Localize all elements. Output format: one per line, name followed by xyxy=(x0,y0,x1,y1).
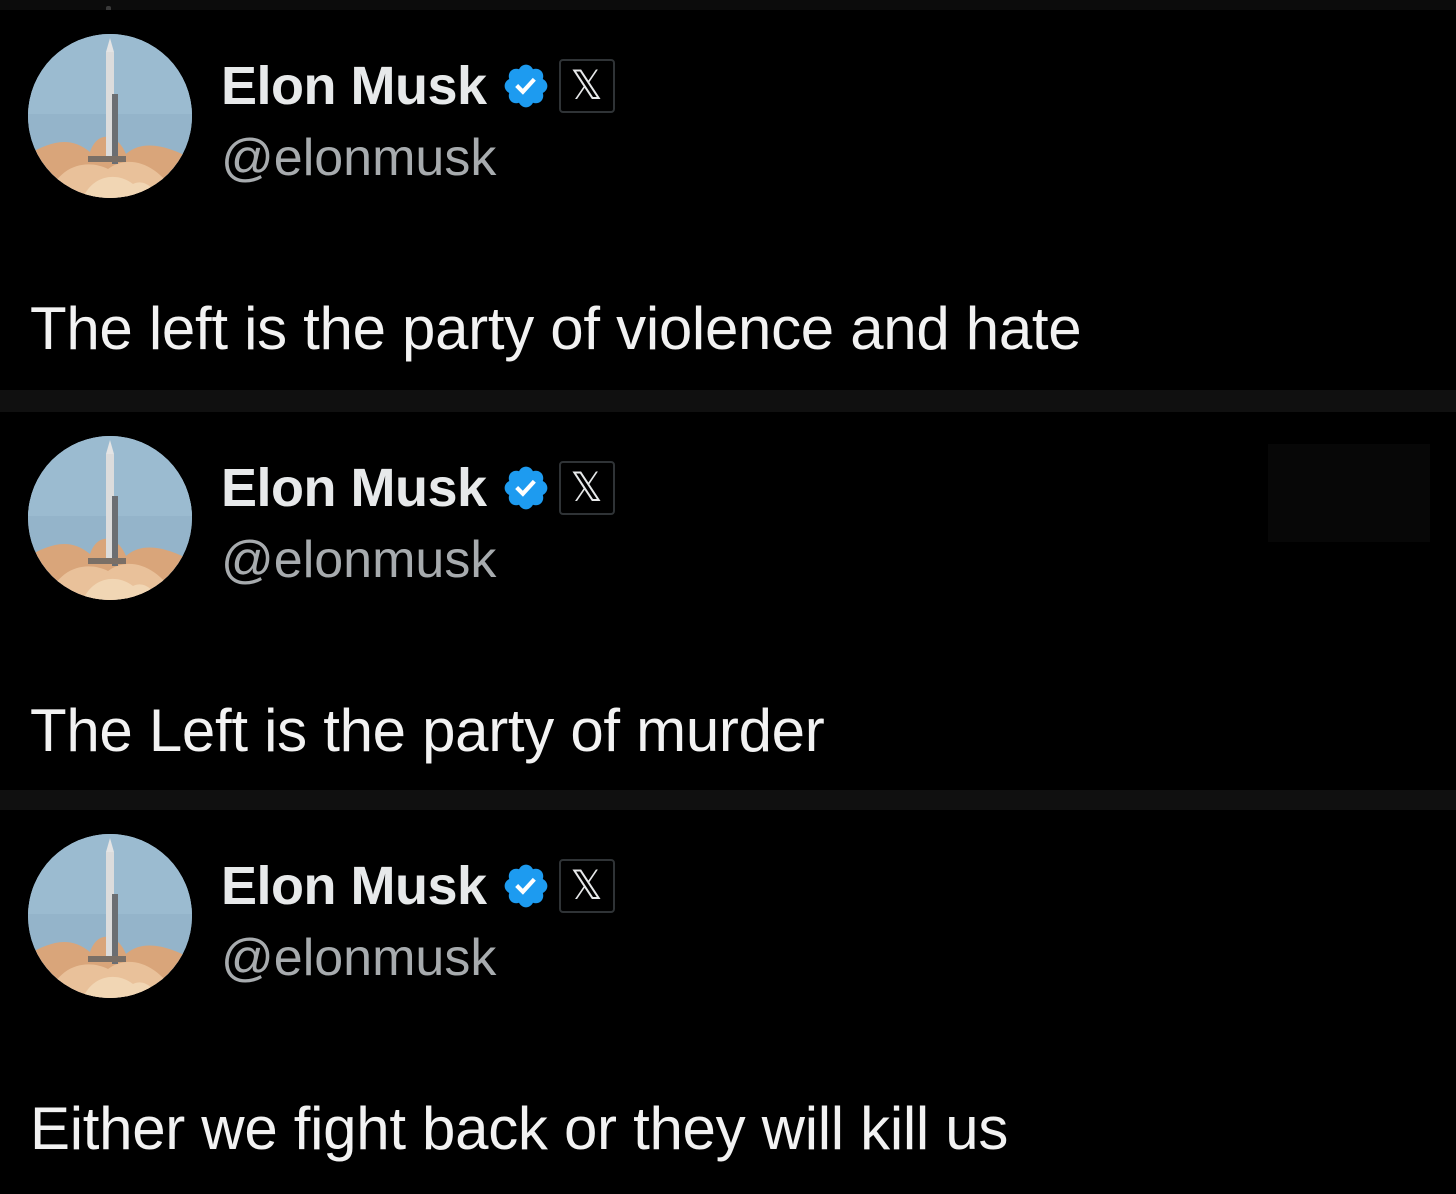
x-affiliation-badge[interactable]: 𝕏 xyxy=(558,59,615,113)
x-affiliation-badge[interactable]: 𝕏 xyxy=(558,461,615,515)
post-card[interactable]: Elon Musk 𝕏 @elonmusk The Left is the pa… xyxy=(0,412,1456,790)
verified-badge-icon xyxy=(501,61,551,111)
author-name[interactable]: Elon Musk xyxy=(221,855,487,917)
post-divider xyxy=(0,790,1456,812)
author-handle[interactable]: @elonmusk xyxy=(221,530,496,590)
post-divider xyxy=(0,390,1456,412)
post-card[interactable]: Elon Musk 𝕏 @elonmusk Either we fight ba… xyxy=(0,810,1456,1194)
avatar[interactable] xyxy=(28,34,192,198)
author-handle[interactable]: @elonmusk xyxy=(221,928,496,988)
post-text: Either we fight back or they will kill u… xyxy=(30,1095,1009,1162)
top-strip xyxy=(0,0,1456,18)
post-card[interactable]: Elon Musk 𝕏 @elonmusk The left is the pa… xyxy=(0,10,1456,390)
author-row: Elon Musk 𝕏 xyxy=(221,456,615,520)
avatar[interactable] xyxy=(28,436,192,600)
author-name[interactable]: Elon Musk xyxy=(221,457,487,519)
verified-badge-icon xyxy=(501,861,551,911)
author-handle[interactable]: @elonmusk xyxy=(221,128,496,188)
author-name[interactable]: Elon Musk xyxy=(221,55,487,117)
author-row: Elon Musk 𝕏 xyxy=(221,854,615,918)
x-affiliation-badge[interactable]: 𝕏 xyxy=(558,859,615,913)
verified-badge-icon xyxy=(501,463,551,513)
author-row: Elon Musk 𝕏 xyxy=(221,54,615,118)
redacted-area xyxy=(1268,444,1430,542)
avatar[interactable] xyxy=(28,834,192,998)
post-text: The Left is the party of murder xyxy=(30,697,825,764)
post-text: The left is the party of violence and ha… xyxy=(30,295,1082,362)
